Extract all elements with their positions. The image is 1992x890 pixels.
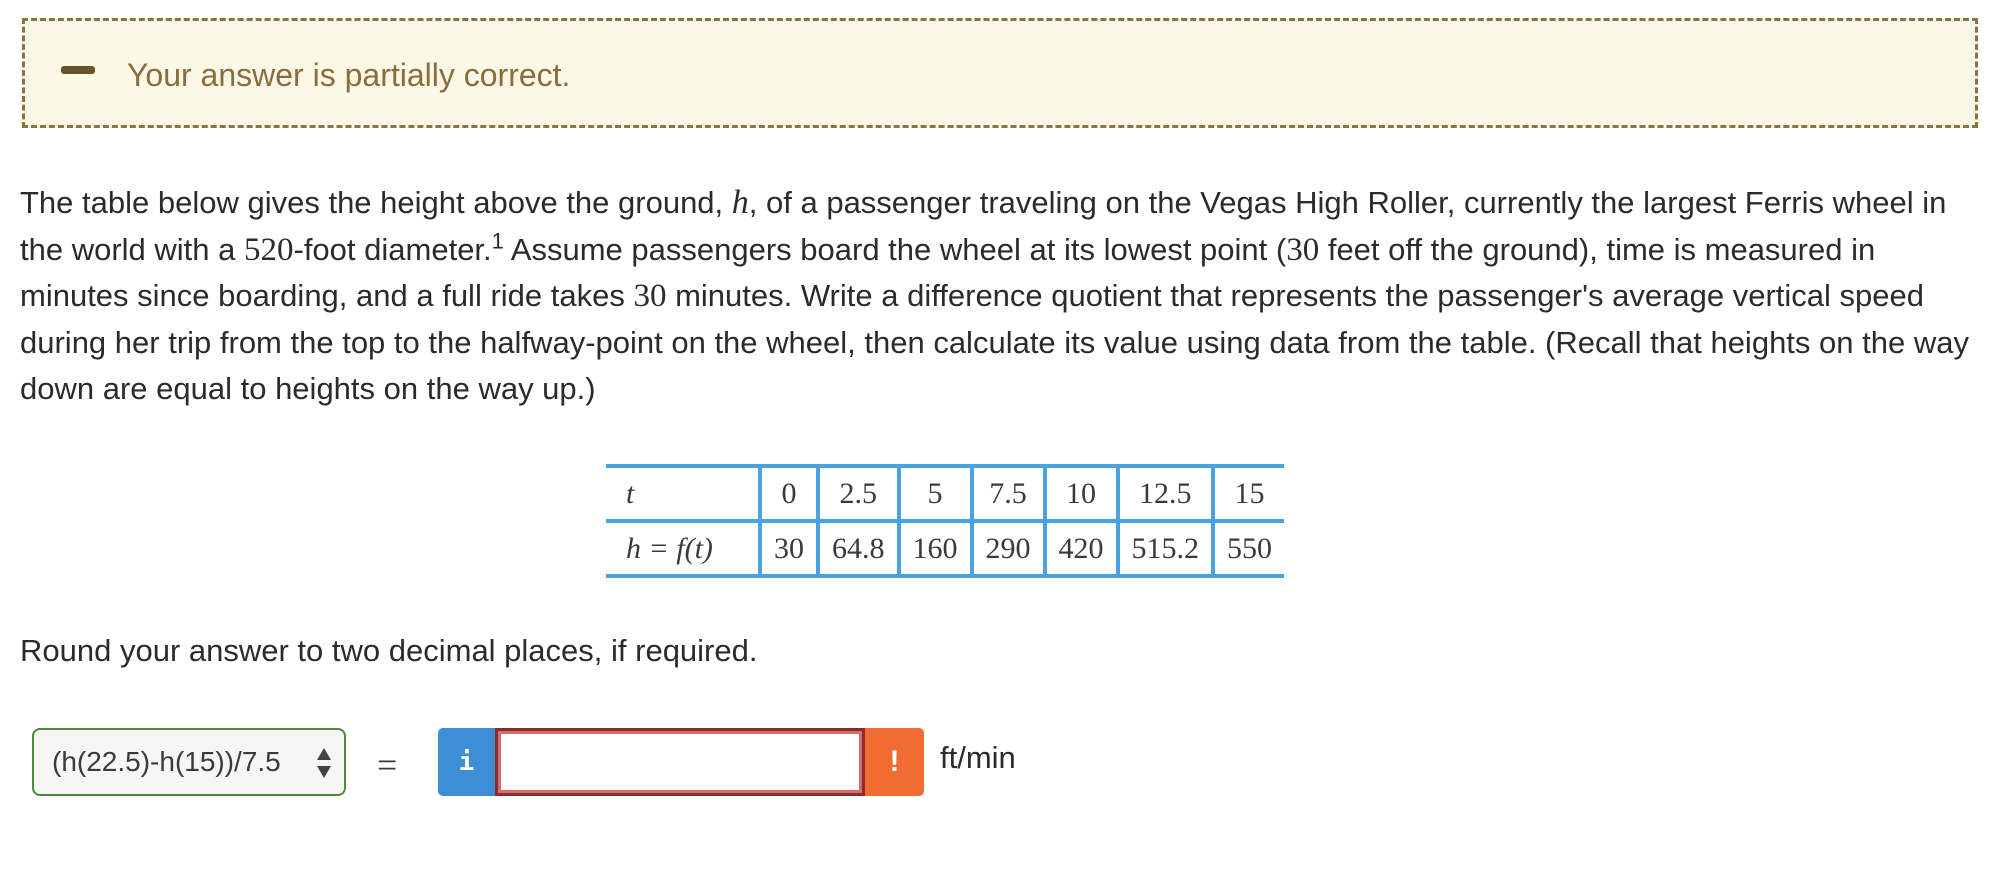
t-cell: 7.5 (969, 464, 1047, 523)
question-part3: -foot diameter. (293, 231, 492, 267)
question-part4: Assume passengers board the wheel at its… (503, 231, 1287, 267)
ride-time-value: 30 (633, 278, 667, 314)
h-cell: 420 (1042, 521, 1120, 578)
info-button[interactable]: i (438, 728, 495, 796)
question-part1: The table below gives the height above t… (20, 185, 732, 220)
t-cell: 12.5 (1115, 464, 1215, 523)
feedback-text: Your answer is partially correct. (127, 57, 571, 93)
table-row-h: h = f(t) 30 64.8 160 290 420 515.2 550 (606, 521, 1284, 578)
h-cell: 290 (969, 521, 1047, 578)
footnote-marker[interactable]: 1 (492, 228, 504, 253)
minus-icon (61, 66, 95, 74)
instructions-text: Round your answer to two decimal places,… (20, 633, 758, 668)
h-cell: 550 (1211, 521, 1284, 578)
answer-input[interactable] (495, 728, 865, 796)
question-text: The table below gives the height above t… (20, 180, 1970, 413)
table-row-t: t 0 2.5 5 7.5 10 12.5 15 (606, 464, 1284, 523)
t-cell: 5 (896, 464, 974, 523)
h-cell: 160 (896, 521, 974, 578)
unit-label: ft/min (940, 740, 1016, 775)
height-table: t 0 2.5 5 7.5 10 12.5 15 h = f(t) 30 64.… (606, 464, 1284, 578)
row-label-h: h = f(t) (606, 521, 762, 578)
expression-select[interactable]: (h(22.5)-h(15))/7.5 (32, 728, 346, 796)
t-cell: 10 (1042, 464, 1120, 523)
expression-select-value: (h(22.5)-h(15))/7.5 (52, 746, 281, 777)
select-arrows-icon (317, 748, 331, 778)
h-cell: 30 (758, 521, 820, 578)
h-cell: 64.8 (816, 521, 901, 578)
row-label-t: t (606, 464, 762, 523)
equals-sign: = (377, 745, 398, 785)
t-cell: 0 (758, 464, 820, 523)
t-cell: 15 (1211, 464, 1284, 523)
var-h: h (731, 184, 749, 221)
lowest-value: 30 (1286, 231, 1320, 268)
t-cell: 2.5 (816, 464, 901, 523)
diameter-value: 520 (244, 231, 294, 268)
h-cell: 515.2 (1115, 521, 1215, 578)
warning-button[interactable]: ! (865, 728, 924, 796)
feedback-banner: Your answer is partially correct. (22, 18, 1978, 128)
